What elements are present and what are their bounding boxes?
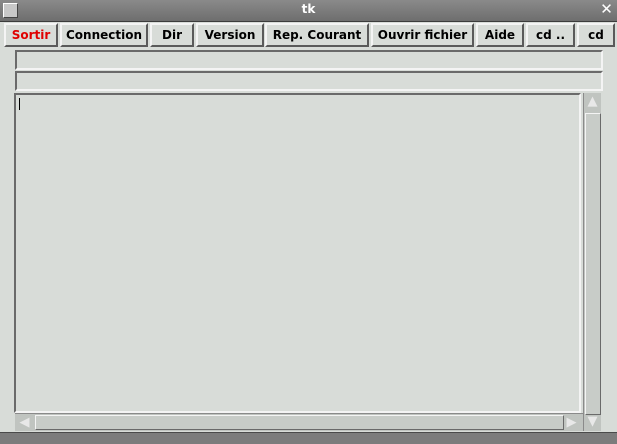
close-icon[interactable]: ✕ — [599, 2, 614, 17]
horizontal-scroll-thumb[interactable] — [35, 415, 564, 430]
horizontal-scrollbar[interactable]: ◀ ▶ — [15, 413, 583, 431]
scroll-up-icon[interactable]: ▲ — [585, 94, 600, 109]
output-text-area[interactable] — [14, 93, 581, 413]
scroll-right-icon[interactable]: ▶ — [564, 415, 579, 430]
aide-button[interactable]: Aide — [476, 23, 524, 47]
vertical-scroll-thumb[interactable] — [585, 113, 601, 415]
toolbar: Sortir Connection Dir Version Rep. Coura… — [4, 23, 615, 47]
cd-up-button[interactable]: cd .. — [526, 23, 575, 47]
rep-courant-button[interactable]: Rep. Courant — [265, 23, 369, 47]
first-entry-field[interactable] — [15, 50, 603, 70]
second-entry-field[interactable] — [15, 71, 603, 91]
dir-button[interactable]: Dir — [150, 23, 194, 47]
vertical-scrollbar[interactable]: ▲ ▼ — [583, 93, 601, 431]
scroll-down-icon[interactable]: ▼ — [585, 414, 600, 429]
version-button[interactable]: Version — [196, 23, 264, 47]
scroll-left-icon[interactable]: ◀ — [17, 415, 32, 430]
ouvrir-fichier-button[interactable]: Ouvrir fichier — [371, 23, 474, 47]
window-bottom-border — [0, 432, 617, 444]
connection-button[interactable]: Connection — [60, 23, 148, 47]
sortir-button[interactable]: Sortir — [4, 23, 58, 47]
window-title: tk — [301, 2, 316, 16]
text-cursor — [19, 98, 20, 110]
cd-button[interactable]: cd — [577, 23, 615, 47]
window-titlebar: tk ✕ — [0, 0, 617, 22]
